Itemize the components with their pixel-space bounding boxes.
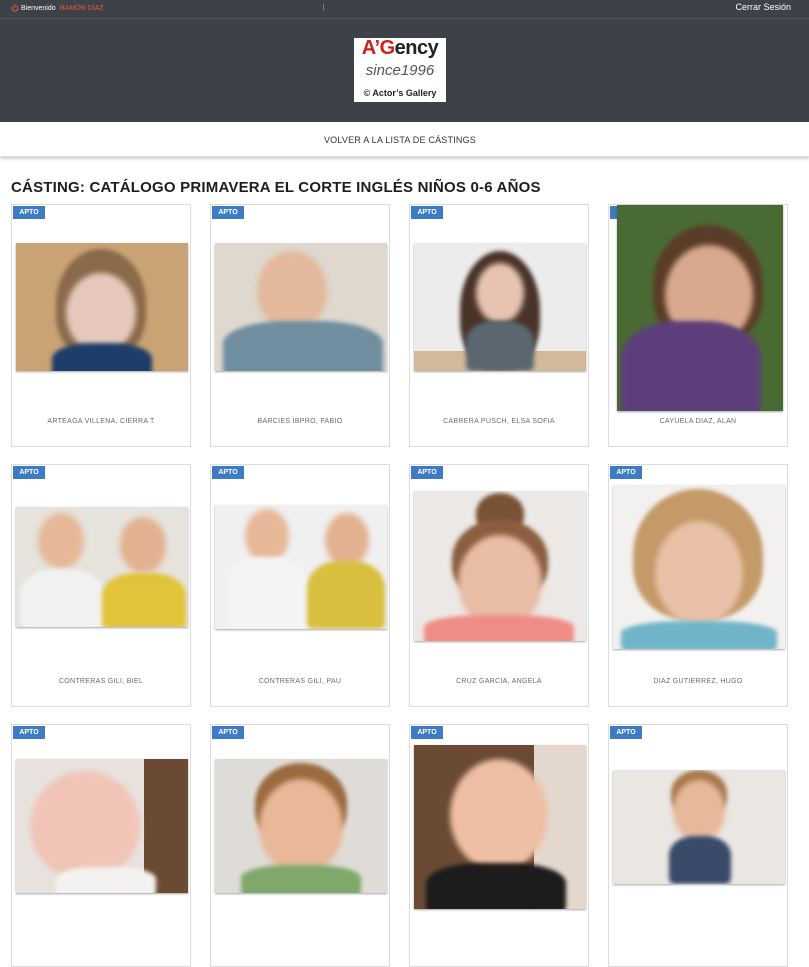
candidate-name: CONTRERAS GILI, PAU [258, 678, 342, 685]
back-to-castings-link[interactable]: VOLVER A LA LISTA DE CÁSTINGS [0, 135, 800, 145]
candidate-card[interactable]: APTO CRUZ GARCIA, ANGELA [409, 464, 589, 707]
candidate-photo [16, 759, 188, 893]
top-bar: Bienvenido RAMÓN DÍAZ Cerrar Sesión [0, 0, 809, 19]
welcome-message: Bienvenido RAMÓN DÍAZ [11, 4, 104, 12]
status-badge: APTO [13, 466, 45, 479]
candidate-card[interactable]: APTO BARCIES IBPRO, FABIO [210, 204, 390, 447]
candidate-name: CRUZ GARCIA, ANGELA [456, 678, 542, 685]
logo-wordmark: A’Gency [361, 37, 439, 59]
logo-since: since1996 [365, 62, 435, 79]
logo-company: © Actor’s Gallery [363, 88, 437, 98]
status-badge: APTO [610, 726, 642, 739]
candidate-photo [215, 243, 387, 371]
candidate-photo [414, 491, 586, 641]
candidate-card[interactable]: APTO [409, 724, 589, 967]
status-badge: APTO [411, 466, 443, 479]
candidate-photo [16, 507, 188, 627]
candidate-card[interactable]: APTO CABRERA PUSCH, ELSA SOFIA [409, 204, 589, 447]
topbar-divider [323, 4, 324, 11]
status-badge: APTO [212, 206, 244, 219]
status-badge: APTO [411, 726, 443, 739]
candidate-card[interactable]: APTO [210, 724, 390, 967]
status-badge: APTO [13, 206, 45, 219]
site-header: Bienvenido RAMÓN DÍAZ Cerrar Sesión A’Ge… [0, 0, 809, 122]
status-badge: APTO [610, 466, 642, 479]
candidate-photo [613, 485, 785, 649]
status-badge: APTO [212, 466, 244, 479]
candidate-card[interactable]: APTO ARTEAGA VILLENA, CIERRA T [11, 204, 191, 447]
logout-link[interactable]: Cerrar Sesión [735, 2, 791, 12]
candidate-card[interactable]: APTO [608, 724, 788, 967]
candidate-name: BARCIES IBPRO, FABIO [257, 418, 343, 425]
candidate-card[interactable]: APTO [11, 724, 191, 967]
candidate-photo [215, 759, 387, 893]
agency-logo[interactable]: A’Gency since1996 © Actor’s Gallery [354, 37, 446, 102]
candidate-photo [16, 243, 188, 371]
candidate-card[interactable]: APTO CONTRERAS GILI, PAU [210, 464, 390, 707]
power-icon [11, 4, 19, 12]
status-badge: APTO [212, 726, 244, 739]
candidate-photo [414, 243, 586, 371]
page-title: CÁSTING: CATÁLOGO PRIMAVERA EL CORTE ING… [11, 179, 541, 196]
candidate-card[interactable]: APTO DIAZ GUTIERREZ, HUGO [608, 464, 788, 707]
candidate-name: DIAZ GUTIERREZ, HUGO [653, 678, 743, 685]
candidate-card[interactable]: APTO CAYUELA DIAZ, ALAN [608, 204, 788, 447]
candidate-photo [215, 505, 387, 629]
welcome-label: Bienvenido [21, 4, 56, 12]
candidate-name: CAYUELA DIAZ, ALAN [659, 418, 737, 425]
status-badge: APTO [13, 726, 45, 739]
candidate-card[interactable]: APTO CONTRERAS GILI, BIEL [11, 464, 191, 707]
candidate-name: CONTRERAS GILI, BIEL [58, 678, 144, 685]
candidate-name: CABRERA PUSCH, ELSA SOFIA [443, 418, 555, 425]
nav-bar: VOLVER A LA LISTA DE CÁSTINGS [0, 122, 809, 157]
candidate-photo [613, 770, 785, 884]
user-name: RAMÓN DÍAZ [59, 4, 104, 12]
status-badge: APTO [411, 206, 443, 219]
candidate-photo [414, 745, 586, 909]
candidate-name: ARTEAGA VILLENA, CIERRA T [47, 418, 155, 425]
candidate-photo [617, 205, 783, 411]
